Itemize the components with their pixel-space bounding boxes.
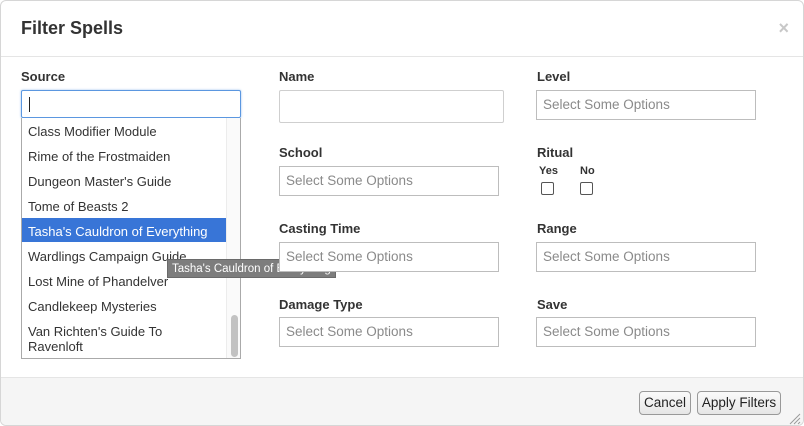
dialog-header: Filter Spells ×	[1, 1, 803, 57]
casting-time-select[interactable]: Select Some Options	[279, 242, 499, 272]
resize-grip-icon[interactable]	[789, 413, 801, 425]
school-select[interactable]: Select Some Options	[279, 166, 499, 196]
source-option[interactable]: Class Modifier Module	[22, 124, 226, 139]
dialog-title: Filter Spells	[21, 18, 124, 38]
text-caret	[29, 97, 30, 112]
source-option-multiline[interactable]: Van Richten's Guide To Ravenloft	[22, 324, 226, 354]
save-select[interactable]: Select Some Options	[536, 317, 756, 347]
range-label: Range	[537, 221, 577, 236]
close-icon[interactable]: ×	[778, 19, 789, 37]
range-select[interactable]: Select Some Options	[536, 242, 756, 272]
level-label: Level	[537, 69, 571, 84]
source-option[interactable]: Candlekeep Mysteries	[22, 299, 226, 314]
apply-filters-button[interactable]: Apply Filters	[697, 391, 781, 415]
name-label: Name	[279, 69, 315, 84]
filter-spells-dialog: Filter Spells × Source Class Modifier Mo…	[0, 0, 804, 426]
name-input[interactable]	[279, 90, 504, 123]
school-label: School	[279, 145, 323, 160]
source-option[interactable]: Rime of the Frostmaiden	[22, 149, 226, 164]
source-option-line: Ravenloft	[28, 339, 83, 354]
source-option[interactable]: Tome of Beasts 2	[22, 199, 226, 214]
source-label: Source	[21, 69, 66, 84]
damage-type-select[interactable]: Select Some Options	[279, 317, 499, 347]
source-option-highlighted[interactable]: Tasha's Cauldron of Everything	[22, 218, 226, 242]
damage-type-label: Damage Type	[279, 297, 363, 312]
level-select[interactable]: Select Some Options	[536, 90, 756, 120]
ritual-yes-label: Yes	[539, 165, 558, 177]
source-dropdown-list[interactable]: Class Modifier Module Rime of the Frostm…	[21, 118, 241, 359]
dropdown-scrollbar[interactable]	[226, 118, 240, 358]
cancel-button[interactable]: Cancel	[639, 391, 691, 415]
scrollbar-thumb[interactable]	[231, 315, 238, 357]
source-search-input[interactable]	[21, 90, 241, 118]
ritual-label: Ritual	[537, 145, 574, 160]
save-label: Save	[537, 297, 568, 312]
source-option-line: Van Richten's Guide To	[28, 324, 163, 339]
ritual-no-checkbox[interactable]	[580, 182, 593, 195]
casting-time-label: Casting Time	[279, 221, 361, 236]
ritual-yes-checkbox[interactable]	[541, 182, 554, 195]
dialog-footer: Cancel Apply Filters	[1, 377, 803, 425]
ritual-no-label: No	[580, 165, 595, 177]
source-option[interactable]: Dungeon Master's Guide	[22, 174, 226, 189]
